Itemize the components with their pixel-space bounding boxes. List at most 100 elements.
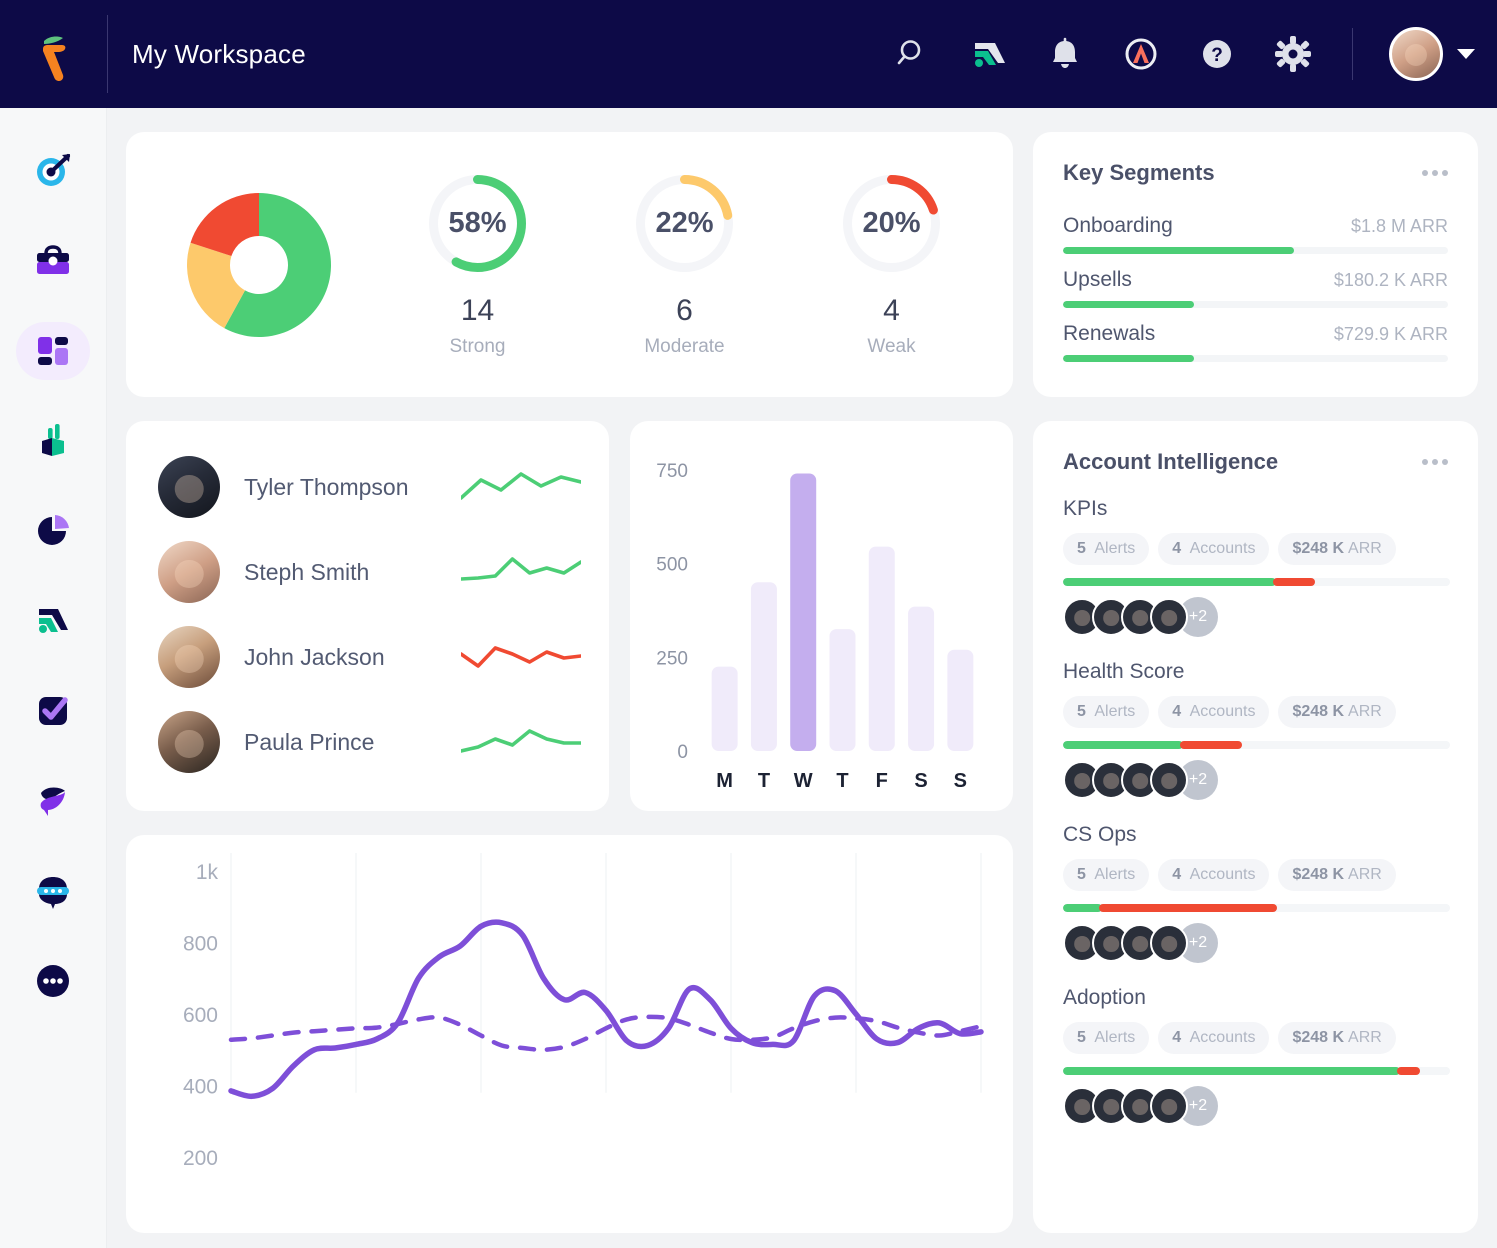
checkbox-check-icon: [39, 697, 68, 725]
svg-text:0: 0: [677, 742, 688, 763]
bell-icon[interactable]: [1042, 31, 1088, 77]
intel-row[interactable]: Health Score 5 Alerts 4 Accounts $248 K ARR +…: [1063, 660, 1450, 800]
segment-progress-fill: [1063, 355, 1194, 362]
alerts-unit: Alerts: [1094, 540, 1136, 557]
gauge-count: 14: [460, 294, 495, 327]
gauge-label: Weak: [867, 336, 916, 357]
app-logo[interactable]: [0, 0, 107, 108]
accounts-unit: Accounts: [1189, 866, 1256, 883]
arr-chip[interactable]: $248 K ARR: [1278, 859, 1396, 891]
segment-progress-track: [1063, 247, 1448, 254]
intel-progress-green: [1063, 904, 1102, 912]
intel-progress-green: [1063, 1067, 1400, 1075]
intel-chip-group: 5 Alerts 4 Accounts $248 K ARR: [1063, 859, 1450, 891]
sidebar-item-dashboard[interactable]: [16, 322, 90, 380]
intel-label: CS Ops: [1063, 823, 1137, 846]
arr-chip[interactable]: $248 K ARR: [1278, 1022, 1396, 1054]
intel-row[interactable]: CS Ops 5 Alerts 4 Accounts $248 K ARR +2: [1063, 823, 1450, 963]
intel-progress-red: [1098, 904, 1277, 912]
svg-text:750: 750: [656, 461, 688, 482]
header-separator: [1352, 28, 1353, 80]
accounts-chip[interactable]: 4 Accounts: [1158, 1022, 1270, 1054]
main-content: 58% 14 Strong 22% 6 Moderate 20% 4 Weak …: [107, 108, 1497, 1248]
arr-chip[interactable]: $248 K ARR: [1278, 696, 1396, 728]
avatar: [1150, 1087, 1188, 1125]
more-dots-icon[interactable]: [1422, 170, 1448, 176]
gauge-weak: 20% 4 Weak: [788, 171, 995, 358]
sidebar-item-engagement[interactable]: [16, 772, 90, 830]
sidebar-item-signals[interactable]: [16, 592, 90, 650]
arr-unit: ARR: [1348, 540, 1382, 557]
accounts-count: 4: [1172, 540, 1182, 557]
brand-a-icon[interactable]: [1118, 31, 1164, 77]
intel-progress-track: [1063, 904, 1450, 912]
account-intelligence-list: KPIs 5 Alerts 4 Accounts $248 K ARR +2 Health …: [1033, 475, 1478, 1126]
segment-row[interactable]: Onboarding $1.8 M ARR: [1063, 214, 1448, 254]
alerts-unit: Alerts: [1094, 866, 1136, 883]
accounts-chip[interactable]: 4 Accounts: [1158, 533, 1270, 565]
alerts-chip[interactable]: 5 Alerts: [1063, 1022, 1150, 1054]
person-name: John Jackson: [244, 643, 385, 670]
bar-chart-book-icon: [42, 424, 64, 456]
dashboard-grid-icon: [38, 337, 68, 365]
intel-progress-track: [1063, 578, 1450, 586]
avatar-stack: +2: [1063, 597, 1450, 637]
accounts-chip[interactable]: 4 Accounts: [1158, 696, 1270, 728]
sparkline: [461, 557, 581, 581]
intel-progress-green: [1063, 741, 1183, 749]
signal-icon[interactable]: [966, 31, 1012, 77]
list-item[interactable]: Paula Prince: [158, 710, 581, 774]
arr-chip[interactable]: $248 K ARR: [1278, 533, 1396, 565]
sidebar-item-analytics[interactable]: [16, 502, 90, 560]
profile-menu[interactable]: [1389, 27, 1475, 81]
segment-progress-fill: [1063, 301, 1194, 308]
sidebar-item-messages[interactable]: [16, 862, 90, 920]
sidebar-item-reports[interactable]: [16, 412, 90, 470]
intel-chip-group: 5 Alerts 4 Accounts $248 K ARR: [1063, 1022, 1450, 1054]
segment-row[interactable]: Renewals $729.9 K ARR: [1063, 322, 1448, 362]
arr-unit: ARR: [1348, 866, 1382, 883]
more-dots-icon[interactable]: [1422, 459, 1448, 465]
chevron-down-icon[interactable]: [1457, 49, 1475, 59]
segment-value: $729.9 K ARR: [1333, 324, 1448, 344]
intel-progress-track: [1063, 1067, 1450, 1075]
alerts-chip[interactable]: 5 Alerts: [1063, 859, 1150, 891]
avatar: [1150, 598, 1188, 636]
accounts-unit: Accounts: [1189, 540, 1256, 557]
list-item[interactable]: Steph Smith: [158, 540, 581, 604]
people-list-card: Tyler Thompson Steph Smith John Jackson Pau…: [126, 421, 609, 811]
gear-icon[interactable]: [1270, 31, 1316, 77]
segment-progress-fill: [1063, 247, 1294, 254]
intel-label: Health Score: [1063, 660, 1185, 683]
accounts-chip[interactable]: 4 Accounts: [1158, 859, 1270, 891]
leaf-icon: [40, 787, 65, 816]
list-item[interactable]: John Jackson: [158, 625, 581, 689]
intel-progress-track: [1063, 741, 1450, 749]
sidebar-item-tasks[interactable]: [16, 682, 90, 740]
help-icon[interactable]: ?: [1194, 31, 1240, 77]
trend-line-chart: 200 400 600 800 1k: [183, 853, 984, 1170]
account-intelligence-title: Account Intelligence: [1063, 449, 1279, 474]
segment-value: $180.2 K ARR: [1333, 270, 1448, 290]
intel-row[interactable]: KPIs 5 Alerts 4 Accounts $248 K ARR +2: [1063, 497, 1450, 637]
intel-row[interactable]: Adoption 5 Alerts 4 Accounts $248 K ARR +2: [1063, 986, 1450, 1126]
search-icon[interactable]: [890, 31, 936, 77]
gauge-percent: 22%: [655, 207, 714, 239]
svg-text:S: S: [914, 770, 927, 792]
svg-text:T: T: [758, 770, 770, 792]
sidebar-item-portfolio[interactable]: [16, 232, 90, 290]
svg-text:M: M: [716, 770, 733, 792]
person-name: Paula Prince: [244, 728, 375, 755]
target-icon: [37, 154, 70, 186]
arr-value: $248 K: [1292, 540, 1345, 557]
list-item[interactable]: Tyler Thompson: [158, 455, 581, 519]
svg-text:F: F: [876, 770, 888, 792]
gauge-strong: 58% 14 Strong: [374, 171, 581, 358]
alerts-unit: Alerts: [1094, 1029, 1136, 1046]
sidebar-item-more[interactable]: [16, 952, 90, 1010]
alerts-chip[interactable]: 5 Alerts: [1063, 696, 1150, 728]
alerts-chip[interactable]: 5 Alerts: [1063, 533, 1150, 565]
segment-row[interactable]: Upsells $180.2 K ARR: [1063, 268, 1448, 308]
sidebar-item-goals[interactable]: [16, 142, 90, 200]
accounts-unit: Accounts: [1189, 703, 1256, 720]
